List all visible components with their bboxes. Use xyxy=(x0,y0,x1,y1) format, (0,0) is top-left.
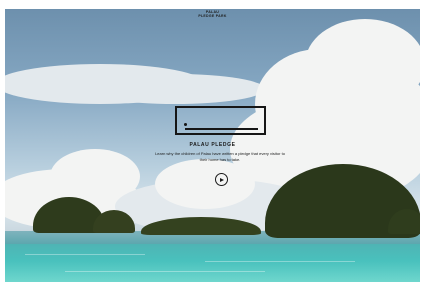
wave xyxy=(25,254,145,255)
hero-description: Learn why the children of Palau have wri… xyxy=(155,151,285,162)
wave xyxy=(65,271,265,272)
sea xyxy=(5,244,420,282)
cloud xyxy=(85,74,265,104)
cloud xyxy=(155,159,255,209)
wave xyxy=(205,261,355,262)
play-button[interactable] xyxy=(215,173,228,186)
page-title: PALAU PLEDGE xyxy=(189,142,236,148)
palau-pledge-logo xyxy=(175,106,266,135)
play-icon xyxy=(220,177,224,182)
site-brand[interactable]: PALAU PLEDGE PARK xyxy=(5,10,420,18)
brand-line-2: PLEDGE PARK xyxy=(198,14,227,18)
hero-background: PALAU PLEDGE PARK PALAU PLEDGE Learn why… xyxy=(5,9,420,282)
logo-dot xyxy=(184,123,187,126)
logo-line xyxy=(185,128,258,130)
